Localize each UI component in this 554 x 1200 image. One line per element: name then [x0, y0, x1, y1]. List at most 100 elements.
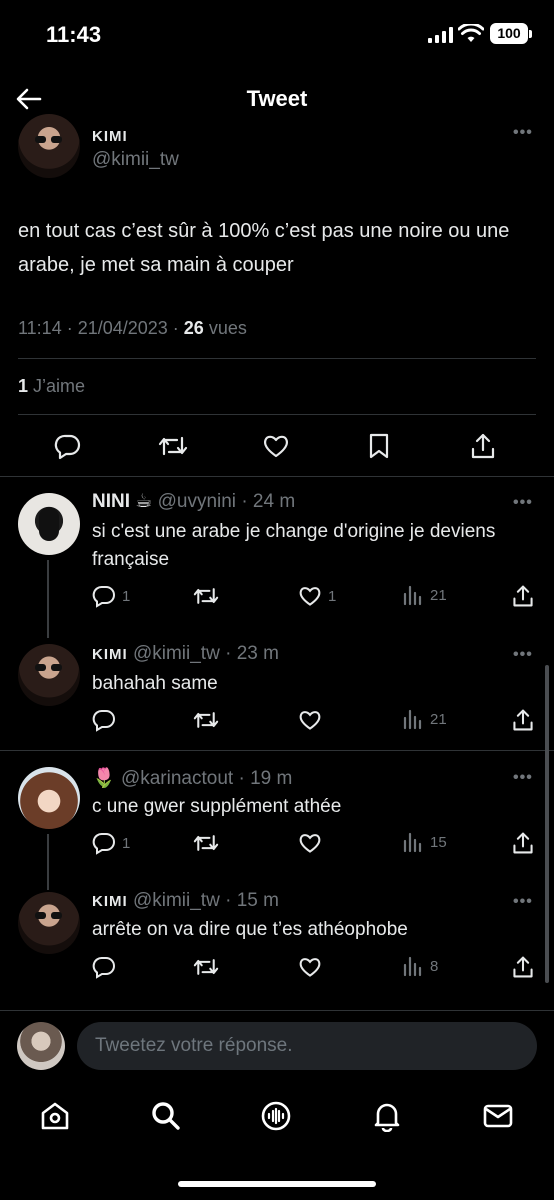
analytics-icon: [403, 956, 422, 977]
notifications-icon[interactable]: [371, 1100, 403, 1132]
retweet-icon: [193, 835, 219, 851]
retweet-action[interactable]: [193, 831, 219, 855]
analytics-icon: [403, 585, 422, 606]
spaces-icon[interactable]: [260, 1100, 292, 1132]
author-name[interactable]: KIMI: [92, 128, 128, 145]
share-icon[interactable]: [511, 708, 535, 732]
like-icon: [299, 958, 321, 977]
avatar[interactable]: [18, 767, 80, 829]
reply-header: NINI ☕ @uvynini · 24 m: [92, 490, 295, 513]
home-indicator: [178, 1181, 376, 1187]
views-action[interactable]: 21: [402, 584, 447, 606]
reply-author-handle[interactable]: @kimii_tw: [133, 890, 220, 911]
divider: [18, 358, 536, 359]
like-action[interactable]: [298, 955, 328, 979]
reply-action[interactable]: [92, 955, 122, 979]
messages-icon[interactable]: [482, 1100, 514, 1132]
reply-time: · 24 m: [241, 491, 296, 512]
status-time: 11:43: [46, 22, 102, 47]
home-icon[interactable]: [39, 1100, 71, 1132]
views-action[interactable]: 15: [402, 831, 447, 853]
top-nav: Tweet: [0, 70, 554, 128]
retweet-action[interactable]: [193, 584, 219, 608]
like-action[interactable]: [298, 831, 328, 855]
reply-action[interactable]: [92, 708, 122, 732]
more-options-icon[interactable]: •••: [513, 124, 533, 142]
author-handle[interactable]: @kimii_tw: [92, 149, 179, 171]
reply-author-name[interactable]: KIMI: [92, 646, 128, 663]
reply-count: 1: [122, 587, 131, 605]
more-options-icon[interactable]: •••: [513, 769, 533, 787]
reply-text: arrête on va dire que t’es athéophobe: [92, 919, 408, 940]
avatar[interactable]: [18, 892, 80, 954]
reply-count: 1: [122, 834, 131, 852]
avatar[interactable]: [18, 114, 80, 178]
my-avatar[interactable]: [17, 1022, 65, 1070]
reply-text: c une gwer supplément athée: [92, 796, 342, 817]
like-icon: [299, 587, 321, 606]
reply-author-name[interactable]: 🌷: [92, 768, 116, 789]
more-options-icon[interactable]: •••: [513, 646, 533, 664]
bookmark-icon[interactable]: [366, 432, 392, 460]
avatar[interactable]: [18, 644, 80, 706]
scrollbar[interactable]: [545, 665, 549, 983]
thread-line: [47, 834, 49, 890]
reply-author-handle[interactable]: @uvynini: [158, 491, 236, 512]
tweet-text: en tout cas c’est sûr à 100% c’est pas u…: [18, 220, 510, 276]
reply-author-name[interactable]: KIMI: [92, 893, 128, 910]
reply-time: · 19 m: [238, 768, 293, 789]
page-title: Tweet: [246, 86, 308, 111]
reply-action[interactable]: 1: [92, 831, 130, 855]
reply-header: 🌷 @karinactout · 19 m: [92, 766, 292, 790]
retweet-icon: [193, 712, 219, 728]
battery-icon: 100: [490, 23, 528, 44]
views-action[interactable]: 8: [402, 955, 438, 977]
reply-text: bahahah same: [92, 673, 218, 694]
more-options-icon[interactable]: •••: [513, 494, 533, 512]
divider: [0, 750, 554, 751]
signal-icon: [428, 27, 453, 43]
share-icon[interactable]: [469, 432, 497, 460]
status-bar: 11:43 100: [0, 0, 554, 70]
reply-icon: [92, 586, 115, 608]
reply-input[interactable]: Tweetez votre réponse.: [77, 1022, 537, 1070]
more-options-icon[interactable]: •••: [513, 893, 533, 911]
reply-action[interactable]: 1: [92, 584, 130, 608]
battery-cap: [529, 30, 532, 38]
like-count: 1: [328, 587, 337, 605]
views-label: vues: [203, 318, 247, 338]
share-icon[interactable]: [511, 831, 535, 855]
reply-header: KIMI @kimii_tw · 23 m: [92, 643, 279, 665]
tweet-meta: 11:14 · 21/04/2023 · 26 vues: [18, 318, 247, 339]
retweet-icon[interactable]: [158, 432, 188, 460]
thread-line: [47, 560, 49, 638]
sunglasses-icon: [35, 912, 62, 919]
likes-label: J’aime: [28, 376, 86, 396]
search-icon[interactable]: [150, 1100, 182, 1132]
reply-text: si c'est une arabe je change d'origine j…: [92, 521, 496, 570]
reply-author-name[interactable]: NINI ☕: [92, 491, 152, 512]
analytics-icon: [403, 709, 422, 730]
share-icon[interactable]: [511, 955, 535, 979]
views-count: 15: [430, 833, 447, 851]
like-icon: [299, 834, 321, 853]
share-icon[interactable]: [511, 584, 535, 608]
avatar[interactable]: [18, 493, 80, 555]
like-icon[interactable]: [262, 432, 290, 460]
reply-time: · 23 m: [225, 643, 279, 664]
views-action[interactable]: 21: [402, 708, 447, 730]
divider: [0, 476, 554, 477]
reply-header: KIMI @kimii_tw · 15 m: [92, 890, 279, 912]
retweet-action[interactable]: [193, 955, 219, 979]
likes-count: 1: [18, 376, 29, 396]
reply-author-handle[interactable]: @karinactout: [121, 768, 233, 789]
reply-icon: [92, 833, 115, 855]
divider: [0, 1010, 554, 1011]
sunglasses-icon: [35, 664, 62, 671]
like-action[interactable]: 1: [298, 584, 336, 608]
like-action[interactable]: [298, 708, 328, 732]
reply-author-handle[interactable]: @kimii_tw: [133, 643, 220, 664]
reply-icon[interactable]: [54, 432, 82, 460]
likes-summary[interactable]: 1 J’aime: [18, 376, 85, 397]
retweet-action[interactable]: [193, 708, 219, 732]
